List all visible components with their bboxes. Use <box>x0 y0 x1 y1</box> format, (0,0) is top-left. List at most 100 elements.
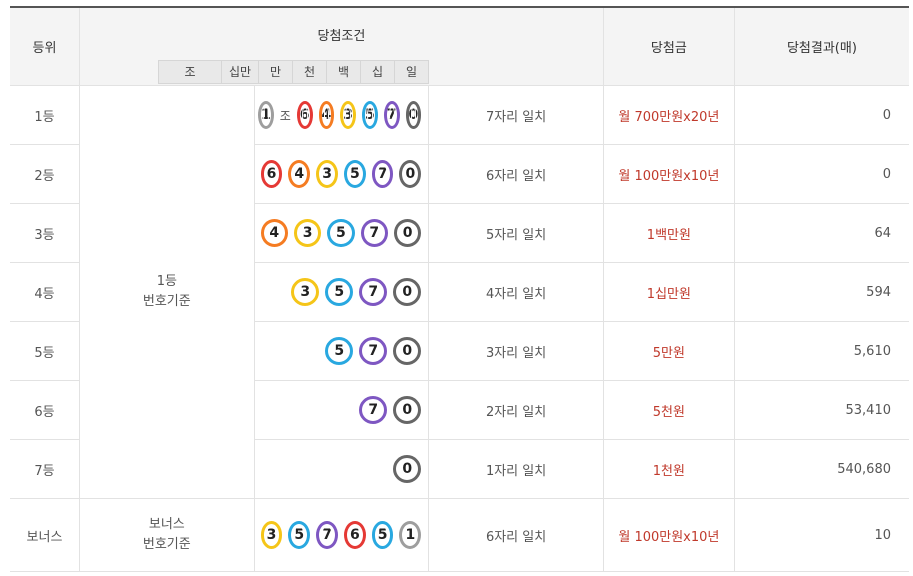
number-ball-7: 7 <box>371 160 394 188</box>
prize-cell: 5만원 <box>602 321 735 381</box>
number-ball-5: 5 <box>325 337 354 365</box>
prize-cell: 5천원 <box>602 380 735 440</box>
digit-label: 일 <box>394 61 428 83</box>
ball-digit: 3 <box>322 166 332 182</box>
ball-digit: 4 <box>321 107 332 123</box>
number-ball-5: 5 <box>327 219 355 247</box>
ball-digit: 6 <box>349 527 360 543</box>
ball-digit: 7 <box>322 527 332 543</box>
winning-numbers-cell: 3 5 7 0 <box>253 262 430 322</box>
rank-cell: 4등 <box>10 262 80 322</box>
basis-main-cell: 1등 번호기준 <box>79 85 255 499</box>
table-row: 1등 1등 번호기준 1 조 6 4 3 5 7 0 7자리 일치 월 700만원x20년 0 <box>10 85 909 499</box>
header-result: 당첨결과(매) <box>733 6 909 86</box>
result-count-cell: 594 <box>733 262 909 322</box>
number-ball-4: 4 <box>288 160 311 188</box>
ball-digit: 7 <box>368 343 379 359</box>
table-row: 보너스 보너스 번호기준 3 5 7 6 5 1 6자리 일치 월 100만원x10년 10 <box>10 498 909 572</box>
rank-cell: 보너스 <box>10 498 80 572</box>
number-ball-3: 3 <box>316 160 338 188</box>
number-ball-1: 1 <box>257 101 274 129</box>
number-ball-0: 0 <box>393 278 422 306</box>
number-balls: 0 <box>255 455 429 483</box>
header-prize: 당첨금 <box>602 6 735 86</box>
number-ball-0: 0 <box>399 160 422 188</box>
number-ball-5: 5 <box>288 521 311 549</box>
number-ball-6: 6 <box>260 160 283 188</box>
ball-digit: 3 <box>343 107 353 123</box>
ball-digit: 4 <box>294 166 305 182</box>
number-ball-6: 6 <box>296 101 313 129</box>
ball-digit: 1 <box>260 107 271 123</box>
ball-digit: 3 <box>302 225 313 241</box>
header-condition-title: 당첨조건 <box>317 29 366 44</box>
result-count-cell: 10 <box>733 498 909 572</box>
number-ball-6: 6 <box>343 521 366 549</box>
number-balls: 6 4 3 5 7 0 <box>255 160 429 188</box>
number-balls: 3 5 7 0 <box>255 278 429 306</box>
prize-cell: 월 700만원x20년 <box>602 85 735 145</box>
match-cell: 7자리 일치 <box>428 85 604 145</box>
number-ball-7: 7 <box>359 396 388 424</box>
number-ball-0: 0 <box>393 455 422 483</box>
digit-place-labels: 조 십만 만 천 백 십 일 <box>158 60 429 84</box>
ball-digit: 7 <box>386 107 397 123</box>
number-balls: 4 3 5 7 0 <box>255 219 429 247</box>
winning-numbers-cell: 6 4 3 5 7 0 <box>253 144 430 204</box>
digit-label: 백 <box>326 61 360 83</box>
ball-digit: 5 <box>294 527 305 543</box>
match-cell: 5자리 일치 <box>428 203 604 263</box>
ball-digit: 5 <box>334 343 345 359</box>
prize-cell: 1천원 <box>602 439 735 499</box>
number-ball-0: 0 <box>393 396 422 424</box>
match-cell: 6자리 일치 <box>428 144 604 204</box>
digit-label: 만 <box>258 61 292 83</box>
digit-label: 십 <box>360 61 394 83</box>
winning-numbers-cell: 5 7 0 <box>253 321 430 381</box>
ball-digit: 0 <box>402 402 413 418</box>
ball-digit: 0 <box>402 461 413 477</box>
ball-digit: 7 <box>368 284 379 300</box>
prize-cell: 1백만원 <box>602 203 735 263</box>
number-ball-7: 7 <box>316 521 338 549</box>
ball-digit: 5 <box>349 166 360 182</box>
winning-numbers-cell: 0 <box>253 439 430 499</box>
number-ball-5: 5 <box>343 160 366 188</box>
number-ball-5: 5 <box>325 278 354 306</box>
result-count-cell: 64 <box>733 203 909 263</box>
number-ball-7: 7 <box>383 101 400 129</box>
number-ball-0: 0 <box>393 219 422 247</box>
ball-digit: 7 <box>368 402 379 418</box>
ball-digit: 1 <box>405 527 416 543</box>
result-count-cell: 540,680 <box>733 439 909 499</box>
rank-cell: 3등 <box>10 203 80 263</box>
match-cell: 2자리 일치 <box>428 380 604 440</box>
number-balls: 70 <box>255 396 429 424</box>
number-ball-0: 0 <box>393 337 422 365</box>
rank-cell: 2등 <box>10 144 80 204</box>
number-ball-7: 7 <box>359 278 388 306</box>
basis-bonus-cell: 보너스 번호기준 <box>79 498 255 572</box>
number-ball-5: 5 <box>371 521 394 549</box>
prize-result-table: 등위 당첨조건 조 십만 만 천 백 십 일 당첨금 당첨결과(매) 1등 1등… <box>10 6 909 572</box>
ball-digit: 4 <box>269 225 280 241</box>
rank-cell: 6등 <box>10 380 80 440</box>
ball-digit: 5 <box>377 527 388 543</box>
ball-digit: 5 <box>334 284 345 300</box>
number-balls: 1조643570 <box>255 101 429 129</box>
match-cell: 6자리 일치 <box>428 498 604 572</box>
prize-cell: 월 100만원x10년 <box>602 144 735 204</box>
ball-digit: 0 <box>405 166 416 182</box>
ball-digit: 0 <box>402 284 413 300</box>
page: 등위 당첨조건 조 십만 만 천 백 십 일 당첨금 당첨결과(매) 1등 1등… <box>0 0 913 576</box>
ball-digit: 7 <box>369 225 380 241</box>
result-count-cell: 5,610 <box>733 321 909 381</box>
ball-digit: 0 <box>402 343 413 359</box>
match-cell: 3자리 일치 <box>428 321 604 381</box>
header-condition: 당첨조건 조 십만 만 천 백 십 일 <box>79 6 604 86</box>
result-count-cell: 0 <box>733 144 909 204</box>
winning-numbers-cell: 1조643570 <box>253 85 430 145</box>
number-ball-5: 5 <box>362 101 378 129</box>
ball-digit: 0 <box>408 107 419 123</box>
number-ball-7: 7 <box>360 219 388 247</box>
